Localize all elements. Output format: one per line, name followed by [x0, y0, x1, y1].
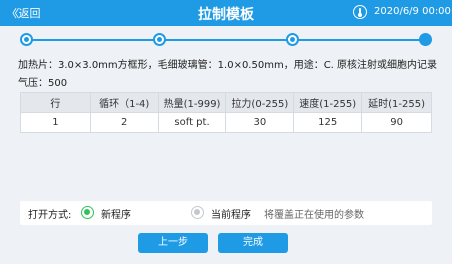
table-cell: 90 — [361, 112, 432, 133]
table-row[interactable]: 1 2 soft pt. 30 125 90 — [20, 112, 432, 133]
overwrite-hint: 将覆盖正在使用的参数 — [264, 210, 364, 221]
step-1 — [20, 33, 33, 46]
program-table: 行 循环（1-4) 热量(1-999) 拉力(0-255) 速度(1-255) … — [20, 92, 432, 133]
current-program-radio[interactable] — [191, 206, 204, 219]
step-line — [26, 39, 426, 41]
column-header: 延时(1-255) — [361, 92, 432, 113]
finish-button[interactable]: 完成 — [218, 233, 288, 253]
step-2 — [153, 33, 166, 46]
table-cell: 30 — [225, 112, 295, 133]
table-cell: 2 — [89, 112, 159, 133]
step-4 — [419, 33, 432, 46]
table-header-row: 行 循环（1-4) 热量(1-999) 拉力(0-255) 速度(1-255) … — [20, 92, 432, 113]
column-header: 循环（1-4) — [89, 92, 159, 113]
previous-step-button[interactable]: 上一步 — [138, 233, 208, 253]
column-header: 行 — [20, 92, 91, 113]
thermometer-icon — [353, 5, 367, 19]
table-cell: 125 — [293, 112, 363, 133]
open-mode-panel: 打开方式: 新程序 当前程序 将覆盖正在使用的参数 — [20, 201, 432, 225]
column-header: 热量(1-999) — [157, 92, 227, 113]
table-cell: soft pt. — [157, 112, 227, 133]
table-cell: 1 — [20, 112, 91, 133]
step-3 — [286, 33, 299, 46]
datetime: 2020/6/9 00:00 — [374, 6, 451, 17]
new-program-radio[interactable] — [81, 206, 94, 219]
open-mode-label: 打开方式: — [28, 210, 72, 221]
current-program-label[interactable]: 当前程序 — [211, 206, 251, 221]
config-info-line: 加热片：3.0×3.0mm方框形，毛细玻璃管：1.0×0.50mm，用途：C. … — [18, 60, 438, 71]
column-header: 速度(1-255) — [293, 92, 363, 113]
step-progress — [0, 28, 452, 52]
pressure-info: 气压：500 — [18, 78, 68, 89]
new-program-label[interactable]: 新程序 — [101, 206, 131, 221]
title-bar: 〈〈 返回 拉制模板 2020/6/9 00:00 — [0, 0, 452, 26]
column-header: 拉力(0-255) — [225, 92, 295, 113]
